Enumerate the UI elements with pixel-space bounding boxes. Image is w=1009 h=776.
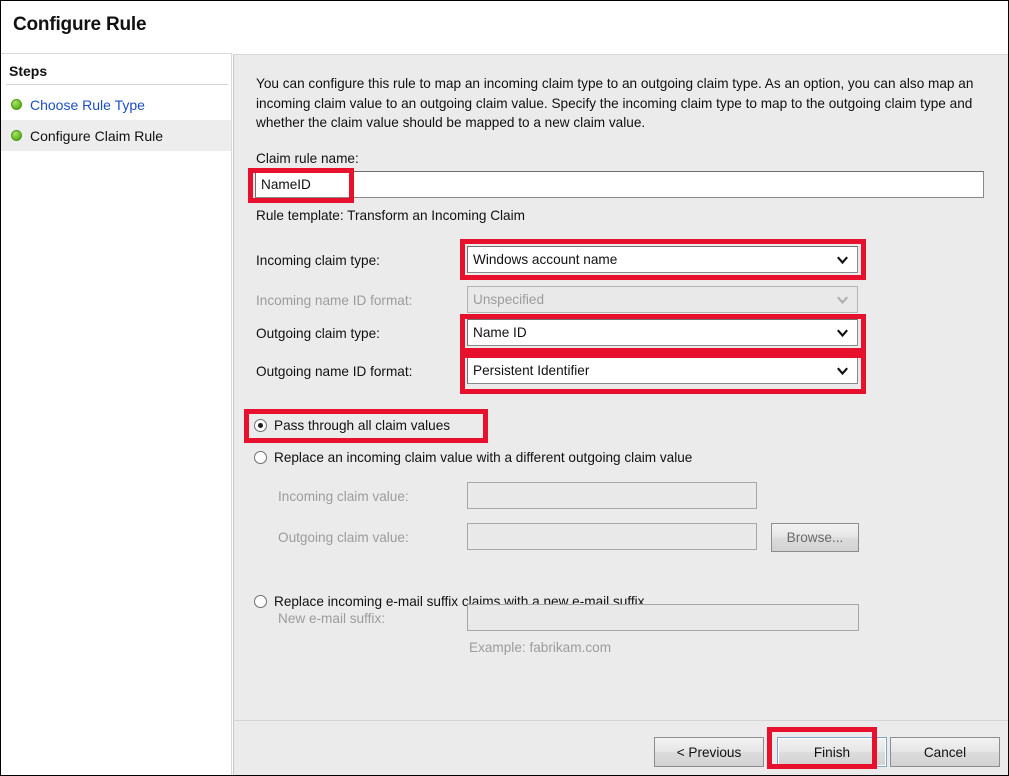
outgoing-claim-type-value: Name ID — [473, 325, 527, 340]
step-complete-icon — [11, 99, 22, 110]
page-title: Configure Rule — [13, 14, 147, 35]
claim-rule-name-input[interactable]: NameID — [255, 171, 984, 198]
browse-button[interactable]: Browse... — [771, 523, 859, 552]
sidebar-item-label: Choose Rule Type — [30, 96, 145, 113]
dialog-footer: < Previous Finish Cancel — [233, 720, 1008, 775]
radio-label: Pass through all claim values — [274, 418, 451, 433]
outgoing-name-id-format-dropdown[interactable]: Persistent Identifier — [467, 357, 858, 384]
main-content-panel: You can configure this rule to map an in… — [233, 54, 1008, 720]
steps-heading: Steps — [9, 63, 48, 79]
incoming-name-id-format-label: Incoming name ID format: — [256, 293, 413, 308]
steps-heading-divider — [6, 84, 228, 85]
radio-replace-claim-value[interactable]: Replace an incoming claim value with a d… — [254, 450, 692, 465]
incoming-claim-type-label: Incoming claim type: — [256, 253, 380, 268]
incoming-claim-type-value: Windows account name — [473, 252, 618, 267]
steps-list: Choose Rule Type Configure Claim Rule — [1, 89, 231, 151]
steps-sidebar: Steps Choose Rule Type Configure Claim R… — [1, 53, 232, 775]
outgoing-claim-value-input — [467, 523, 757, 550]
new-email-suffix-input — [467, 604, 859, 631]
radio-button-icon — [254, 595, 267, 608]
incoming-claim-type-dropdown[interactable]: Windows account name — [467, 246, 858, 273]
chevron-down-icon — [836, 326, 849, 339]
claim-rule-name-label: Claim rule name: — [256, 151, 359, 166]
chevron-down-icon — [836, 364, 849, 377]
outgoing-name-id-format-value: Persistent Identifier — [473, 363, 590, 378]
finish-button[interactable]: Finish — [777, 737, 887, 767]
window-header: Configure Rule — [1, 1, 1008, 53]
outgoing-claim-type-label: Outgoing claim type: — [256, 326, 380, 341]
chevron-down-icon — [836, 253, 849, 266]
step-complete-icon — [11, 130, 22, 141]
cancel-button[interactable]: Cancel — [890, 737, 1000, 767]
outgoing-name-id-format-label: Outgoing name ID format: — [256, 364, 413, 379]
previous-button[interactable]: < Previous — [654, 737, 764, 767]
intro-description: You can configure this rule to map an in… — [256, 76, 974, 130]
incoming-name-id-format-value: Unspecified — [473, 292, 545, 307]
radio-button-icon — [254, 419, 267, 432]
outgoing-claim-value-label: Outgoing claim value: — [278, 530, 409, 545]
rule-template-text: Rule template: Transform an Incoming Cla… — [256, 208, 525, 223]
sidebar-item-label: Configure Claim Rule — [30, 127, 164, 144]
email-suffix-example-note: Example: fabrikam.com — [469, 640, 612, 655]
incoming-claim-value-input — [467, 482, 757, 509]
radio-pass-through-all[interactable]: Pass through all claim values — [254, 418, 450, 433]
sidebar-item-choose-rule-type[interactable]: Choose Rule Type — [1, 89, 231, 120]
radio-button-icon — [254, 451, 267, 464]
new-email-suffix-label: New e-mail suffix: — [278, 611, 386, 626]
incoming-claim-value-label: Incoming claim value: — [278, 489, 409, 504]
chevron-down-icon — [836, 293, 849, 306]
configure-rule-window: Configure Rule Steps Choose Rule Type Co… — [0, 0, 1009, 776]
incoming-name-id-format-dropdown: Unspecified — [467, 286, 858, 313]
radio-label: Replace an incoming claim value with a d… — [274, 450, 693, 465]
sidebar-item-configure-claim-rule[interactable]: Configure Claim Rule — [1, 120, 231, 151]
outgoing-claim-type-dropdown[interactable]: Name ID — [467, 319, 858, 346]
